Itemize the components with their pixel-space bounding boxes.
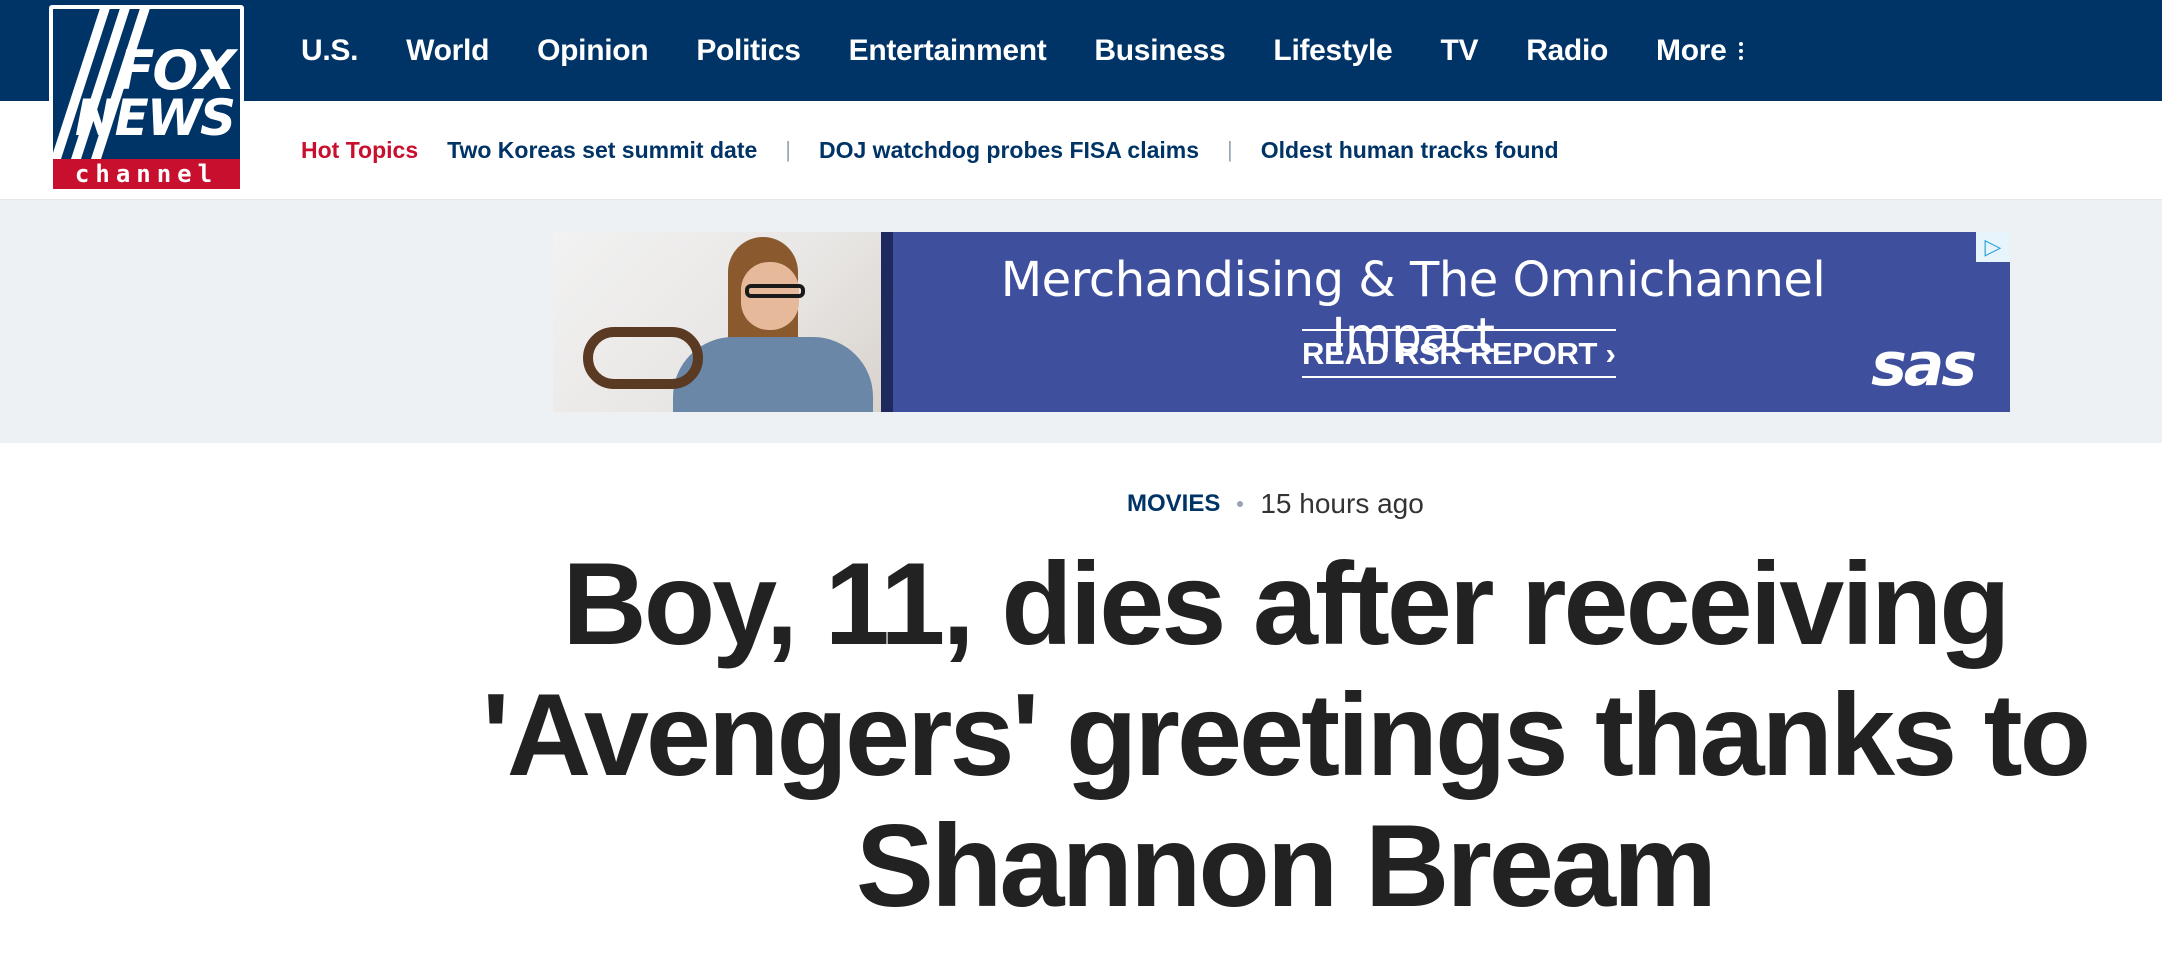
ad-region: Merchandising & The Omnichannel Impact R…	[0, 200, 2162, 443]
article-timestamp: 15 hours ago	[1260, 488, 1424, 519]
nav-item-politics[interactable]: Politics	[696, 34, 801, 68]
meta-separator-dot	[1237, 501, 1244, 507]
nav-item-business[interactable]: Business	[1094, 34, 1225, 68]
article-headline: Boy, 11, dies after receiving 'Avengers'…	[481, 538, 2091, 931]
hot-topic-link[interactable]: Oldest human tracks found	[1261, 137, 1559, 164]
hot-topic-link[interactable]: DOJ watchdog probes FISA claims	[819, 137, 1199, 164]
nav-item-world[interactable]: World	[406, 34, 489, 68]
top-nav-bar: U.S. World Opinion Politics Entertainmen…	[0, 0, 2162, 101]
nav-item-more[interactable]: More	[1656, 33, 1743, 68]
nav-item-lifestyle[interactable]: Lifestyle	[1273, 34, 1392, 68]
hot-topics-bar: Hot Topics Two Koreas set summit date | …	[0, 101, 2162, 200]
logo-text-channel: channel	[53, 159, 240, 189]
ad-brand-logo: sas	[1871, 330, 1977, 400]
nav-item-entertainment[interactable]: Entertainment	[849, 34, 1047, 68]
article-category-link[interactable]: Movies	[1127, 490, 1220, 518]
nav-item-us[interactable]: U.S.	[301, 34, 358, 68]
hot-topic-separator: |	[1227, 137, 1233, 162]
nav-item-tv[interactable]: TV	[1440, 34, 1478, 68]
nav-item-opinion[interactable]: Opinion	[537, 34, 649, 68]
main-nav: U.S. World Opinion Politics Entertainmen…	[301, 0, 1791, 101]
logo-text-news: NEWS	[74, 89, 236, 147]
ad-divider	[881, 232, 893, 412]
ad-cta-link[interactable]: READ RSR REPORT ›	[1302, 329, 1616, 378]
banner-ad[interactable]: Merchandising & The Omnichannel Impact R…	[553, 232, 2010, 412]
hot-topics-label: Hot Topics	[301, 136, 419, 163]
article-meta: Movies 15 hours ago	[1127, 488, 1424, 520]
ad-photo	[553, 232, 883, 412]
hot-topic-separator: |	[785, 137, 791, 162]
fox-news-logo[interactable]: FOX NEWS channel	[49, 5, 244, 193]
nav-item-radio[interactable]: Radio	[1526, 34, 1608, 68]
ad-choices-icon[interactable]: ▷	[1976, 232, 2010, 262]
more-dots-icon	[1738, 40, 1743, 61]
logo-mark: FOX NEWS channel	[53, 9, 240, 189]
hot-topics-list: Hot Topics Two Koreas set summit date | …	[301, 101, 1559, 199]
nav-item-more-label: More	[1656, 33, 1727, 67]
hot-topic-link[interactable]: Two Koreas set summit date	[447, 137, 757, 164]
